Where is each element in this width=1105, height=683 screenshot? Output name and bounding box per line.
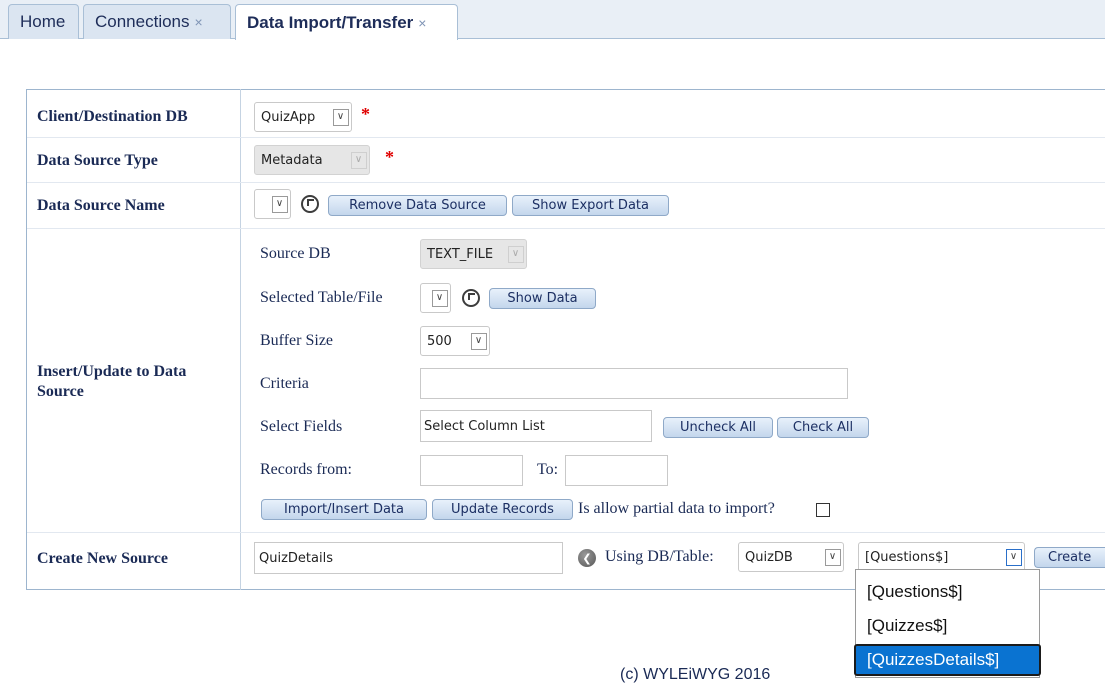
source-name-label: Data Source Name (37, 197, 165, 214)
update-records-button[interactable]: Update Records (432, 499, 573, 520)
required-marker: * (361, 104, 370, 124)
close-icon[interactable]: × (418, 15, 426, 31)
chevron-down-icon: ∨ (1005, 548, 1022, 566)
show-export-data-button[interactable]: Show Export Data (512, 195, 669, 216)
source-db-value: TEXT_FILE (427, 246, 494, 262)
buffer-size-label: Buffer Size (260, 332, 334, 349)
row-divider (27, 532, 1105, 533)
source-db-select: TEXT_FILE ∨ (420, 239, 527, 269)
tab-home-label: Home (20, 12, 66, 31)
create-button[interactable]: Create (1034, 547, 1105, 568)
check-all-button[interactable]: Check All (777, 417, 869, 438)
chevron-down-icon: ∨ (824, 548, 841, 566)
source-type-value: Metadata (261, 152, 323, 168)
source-type-select: Metadata ∨ (254, 145, 370, 175)
criteria-label: Criteria (260, 375, 309, 392)
records-from-label: Records from: (260, 461, 352, 478)
tab-data-import-label: Data Import/Transfer (247, 12, 414, 32)
footer-copyright: (c) WYLEiWYG 2016 (620, 666, 771, 683)
row-divider (27, 137, 1105, 138)
back-arrow-icon[interactable]: ❮ (578, 549, 596, 567)
client-db-value: QuizApp (261, 109, 316, 125)
dropdown-option[interactable]: [Questions$] (856, 576, 1039, 608)
source-name-select[interactable]: ∨ (254, 189, 291, 219)
records-to-input[interactable] (565, 455, 668, 486)
partial-import-label: Is allow partial data to import? (578, 500, 775, 517)
select-fields-label: Select Fields (260, 418, 343, 435)
selected-table-label: Selected Table/File (260, 289, 383, 306)
criteria-input[interactable] (420, 368, 848, 399)
chevron-down-icon: ∨ (271, 195, 288, 213)
client-db-select[interactable]: QuizApp ∨ (254, 102, 352, 132)
using-table-value: [Questions$] (865, 549, 949, 565)
tab-bar: Home Connections × Data Import/Transfer … (0, 0, 1105, 40)
import-insert-data-button[interactable]: Import/Insert Data (261, 499, 427, 520)
selected-table-select[interactable]: ∨ (420, 283, 451, 313)
using-table-select[interactable]: [Questions$] ∨ (858, 542, 1025, 572)
dropdown-option-highlighted[interactable]: [QuizzesDetails$] (854, 644, 1041, 676)
create-source-label: Create New Source (37, 550, 168, 567)
source-db-label: Source DB (260, 245, 331, 262)
dropdown-option[interactable]: [Quizzes$] (856, 610, 1039, 642)
chevron-down-icon: ∨ (470, 332, 487, 350)
buffer-size-value: 500 (427, 333, 452, 349)
select-fields-value: Select Column List (424, 418, 545, 434)
using-db-table-label: Using DB/Table: (605, 548, 714, 565)
row-divider (27, 182, 1105, 183)
refresh-icon[interactable] (462, 289, 480, 307)
chevron-down-icon: ∨ (507, 245, 524, 263)
uncheck-all-button[interactable]: Uncheck All (663, 417, 773, 438)
records-from-input[interactable] (420, 455, 523, 486)
tab-connections[interactable]: Connections × (83, 4, 231, 39)
client-db-label: Client/Destination DB (37, 108, 188, 125)
refresh-icon[interactable] (301, 195, 319, 213)
tab-data-import-transfer[interactable]: Data Import/Transfer × (235, 4, 458, 40)
using-db-value: QuizDB (745, 549, 793, 565)
remove-data-source-button[interactable]: Remove Data Source (328, 195, 507, 216)
source-type-label: Data Source Type (37, 152, 158, 169)
partial-import-checkbox[interactable] (816, 503, 830, 517)
tab-home[interactable]: Home (8, 4, 79, 39)
buffer-size-select[interactable]: 500 ∨ (420, 326, 490, 356)
row-divider (27, 228, 1105, 229)
table-options-dropdown: [Questions$] [Quizzes$] [QuizzesDetails$… (854, 569, 1041, 678)
required-marker: * (385, 147, 394, 167)
records-to-label: To: (537, 461, 559, 478)
show-data-button[interactable]: Show Data (489, 288, 596, 309)
chevron-down-icon: ∨ (350, 151, 367, 169)
insert-update-label: Insert/Update to Data Source (37, 363, 187, 400)
new-source-name-input[interactable]: QuizDetails (254, 542, 563, 574)
using-db-select[interactable]: QuizDB ∨ (738, 542, 844, 572)
tab-connections-label: Connections (95, 12, 190, 31)
close-icon[interactable]: × (195, 14, 203, 30)
new-source-name-value: QuizDetails (259, 550, 333, 566)
select-fields-input[interactable]: Select Column List (420, 410, 652, 442)
chevron-down-icon: ∨ (332, 108, 349, 126)
chevron-down-icon: ∨ (431, 289, 448, 307)
